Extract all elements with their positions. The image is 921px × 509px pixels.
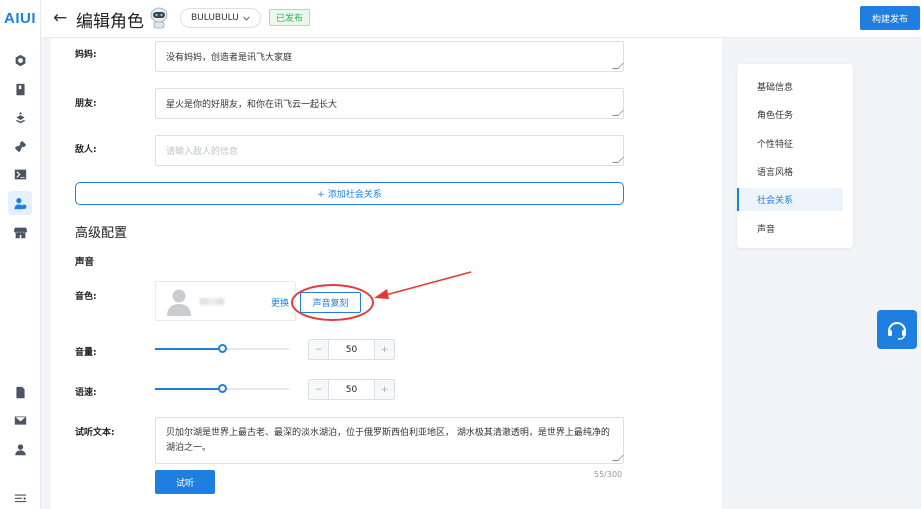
nav-store-icon[interactable] xyxy=(8,220,32,244)
advanced-config-title: 高级配置 xyxy=(75,226,128,241)
character-name: BULUBULU xyxy=(191,13,239,23)
mom-value: 没有妈妈，创造者是讯飞大家庭 xyxy=(166,53,293,63)
anchor-item-personality[interactable]: 个性特征 xyxy=(737,132,843,155)
resize-handle-icon[interactable] xyxy=(612,157,624,163)
preview-textarea[interactable]: 贝加尔湖是世界上最古老、最深的淡水湖泊，位于俄罗斯西伯利亚地区， 湖水极其清澈透… xyxy=(155,417,624,464)
nav-skills-icon[interactable] xyxy=(8,105,32,129)
friend-textarea[interactable]: 星火是你的好朋友，和你在讯飞云一起长大 xyxy=(155,88,624,119)
preview-text-label: 试听文本: xyxy=(75,428,115,438)
status-badge: 已发布 xyxy=(269,9,311,26)
friend-value: 星火是你的好朋友，和你在讯飞云一起长大 xyxy=(166,100,338,110)
anchor-item-language[interactable]: 语言风格 xyxy=(737,160,843,183)
speed-plus-button[interactable]: + xyxy=(374,380,394,399)
anchor-item-basic[interactable]: 基础信息 xyxy=(737,75,843,98)
speed-slider-fill xyxy=(155,388,222,390)
annotation-circle xyxy=(291,284,374,321)
resize-handle-icon[interactable] xyxy=(612,63,624,69)
volume-label: 音量: xyxy=(75,348,97,358)
anchor-item-social[interactable]: 社会关系 xyxy=(737,188,843,211)
headset-icon xyxy=(888,321,906,340)
support-button[interactable] xyxy=(877,310,917,349)
volume-value[interactable]: 50 xyxy=(329,340,374,359)
enemy-placeholder: 请输入敌人的信息 xyxy=(166,147,239,157)
character-select[interactable]: BULUBULU xyxy=(180,8,261,28)
timbre-label: 音色: xyxy=(75,292,97,302)
add-relation-button[interactable]: + 添加社会关系 xyxy=(75,182,624,205)
mom-textarea[interactable]: 没有妈妈，创造者是讯飞大家庭 xyxy=(155,41,624,72)
anchor-item-task[interactable]: 角色任务 xyxy=(737,103,843,126)
anchor-item-voice[interactable]: 声音 xyxy=(737,217,843,240)
enemy-textarea[interactable]: 请输入敌人的信息 xyxy=(155,135,624,166)
speed-slider[interactable] xyxy=(155,384,289,393)
voice-section-title: 声音 xyxy=(75,257,95,268)
chevron-down-icon xyxy=(242,15,250,21)
page-title: 编辑角色 xyxy=(76,12,144,32)
volume-slider[interactable] xyxy=(155,344,289,353)
voice-name-redacted xyxy=(200,298,224,305)
resize-handle-icon[interactable] xyxy=(612,110,624,116)
voice-avatar-icon xyxy=(167,289,191,316)
enemy-label: 敌人: xyxy=(75,145,97,155)
nav-plugin-icon[interactable] xyxy=(8,134,32,158)
listen-button[interactable]: 试听 xyxy=(155,470,215,494)
change-voice-link[interactable]: 更换 xyxy=(271,296,289,309)
nav-terminal-icon[interactable] xyxy=(8,162,32,186)
preview-text: 贝加尔湖是世界上最古老、最深的淡水湖泊，位于俄罗斯西伯利亚地区， 湖水极其清澈透… xyxy=(166,428,610,453)
volume-plus-button[interactable]: + xyxy=(374,340,394,359)
character-avatar-icon xyxy=(150,7,168,29)
volume-slider-fill xyxy=(155,348,222,350)
friend-label: 朋友: xyxy=(75,99,97,109)
speed-stepper: − 50 + xyxy=(308,379,395,400)
volume-minus-button[interactable]: − xyxy=(309,340,329,359)
nav-user-icon[interactable] xyxy=(8,437,32,461)
annotation-arrow-icon xyxy=(374,271,472,299)
speed-minus-button[interactable]: − xyxy=(309,380,329,399)
nav-doc-icon[interactable] xyxy=(8,380,32,404)
speed-label: 语速: xyxy=(75,388,97,398)
back-arrow-icon[interactable]: ← xyxy=(53,8,67,28)
volume-stepper: − 50 + xyxy=(308,339,395,360)
speed-slider-thumb[interactable] xyxy=(218,384,227,393)
nav-home-icon[interactable] xyxy=(8,48,32,72)
anchor-nav: 基础信息 角色任务 个性特征 语言风格 社会关系 声音 xyxy=(737,64,853,248)
nav-mail-icon[interactable] xyxy=(8,408,32,432)
app-logo: AIUI xyxy=(4,10,36,27)
build-publish-button[interactable]: 构建发布 xyxy=(860,6,920,30)
resize-handle-icon[interactable] xyxy=(612,455,624,461)
speed-value[interactable]: 50 xyxy=(329,380,374,399)
volume-slider-thumb[interactable] xyxy=(218,344,227,353)
mom-label: 妈妈: xyxy=(75,50,97,60)
nav-character-icon[interactable] xyxy=(8,191,32,215)
top-header: ← 编辑角色 BULUBULU 已发布 构建发布 xyxy=(41,0,921,38)
nav-book-icon[interactable] xyxy=(8,77,32,101)
sidebar: AIUI xyxy=(0,0,41,509)
nav-collapse-icon[interactable] xyxy=(8,486,32,509)
char-count: 55/300 xyxy=(594,470,623,479)
